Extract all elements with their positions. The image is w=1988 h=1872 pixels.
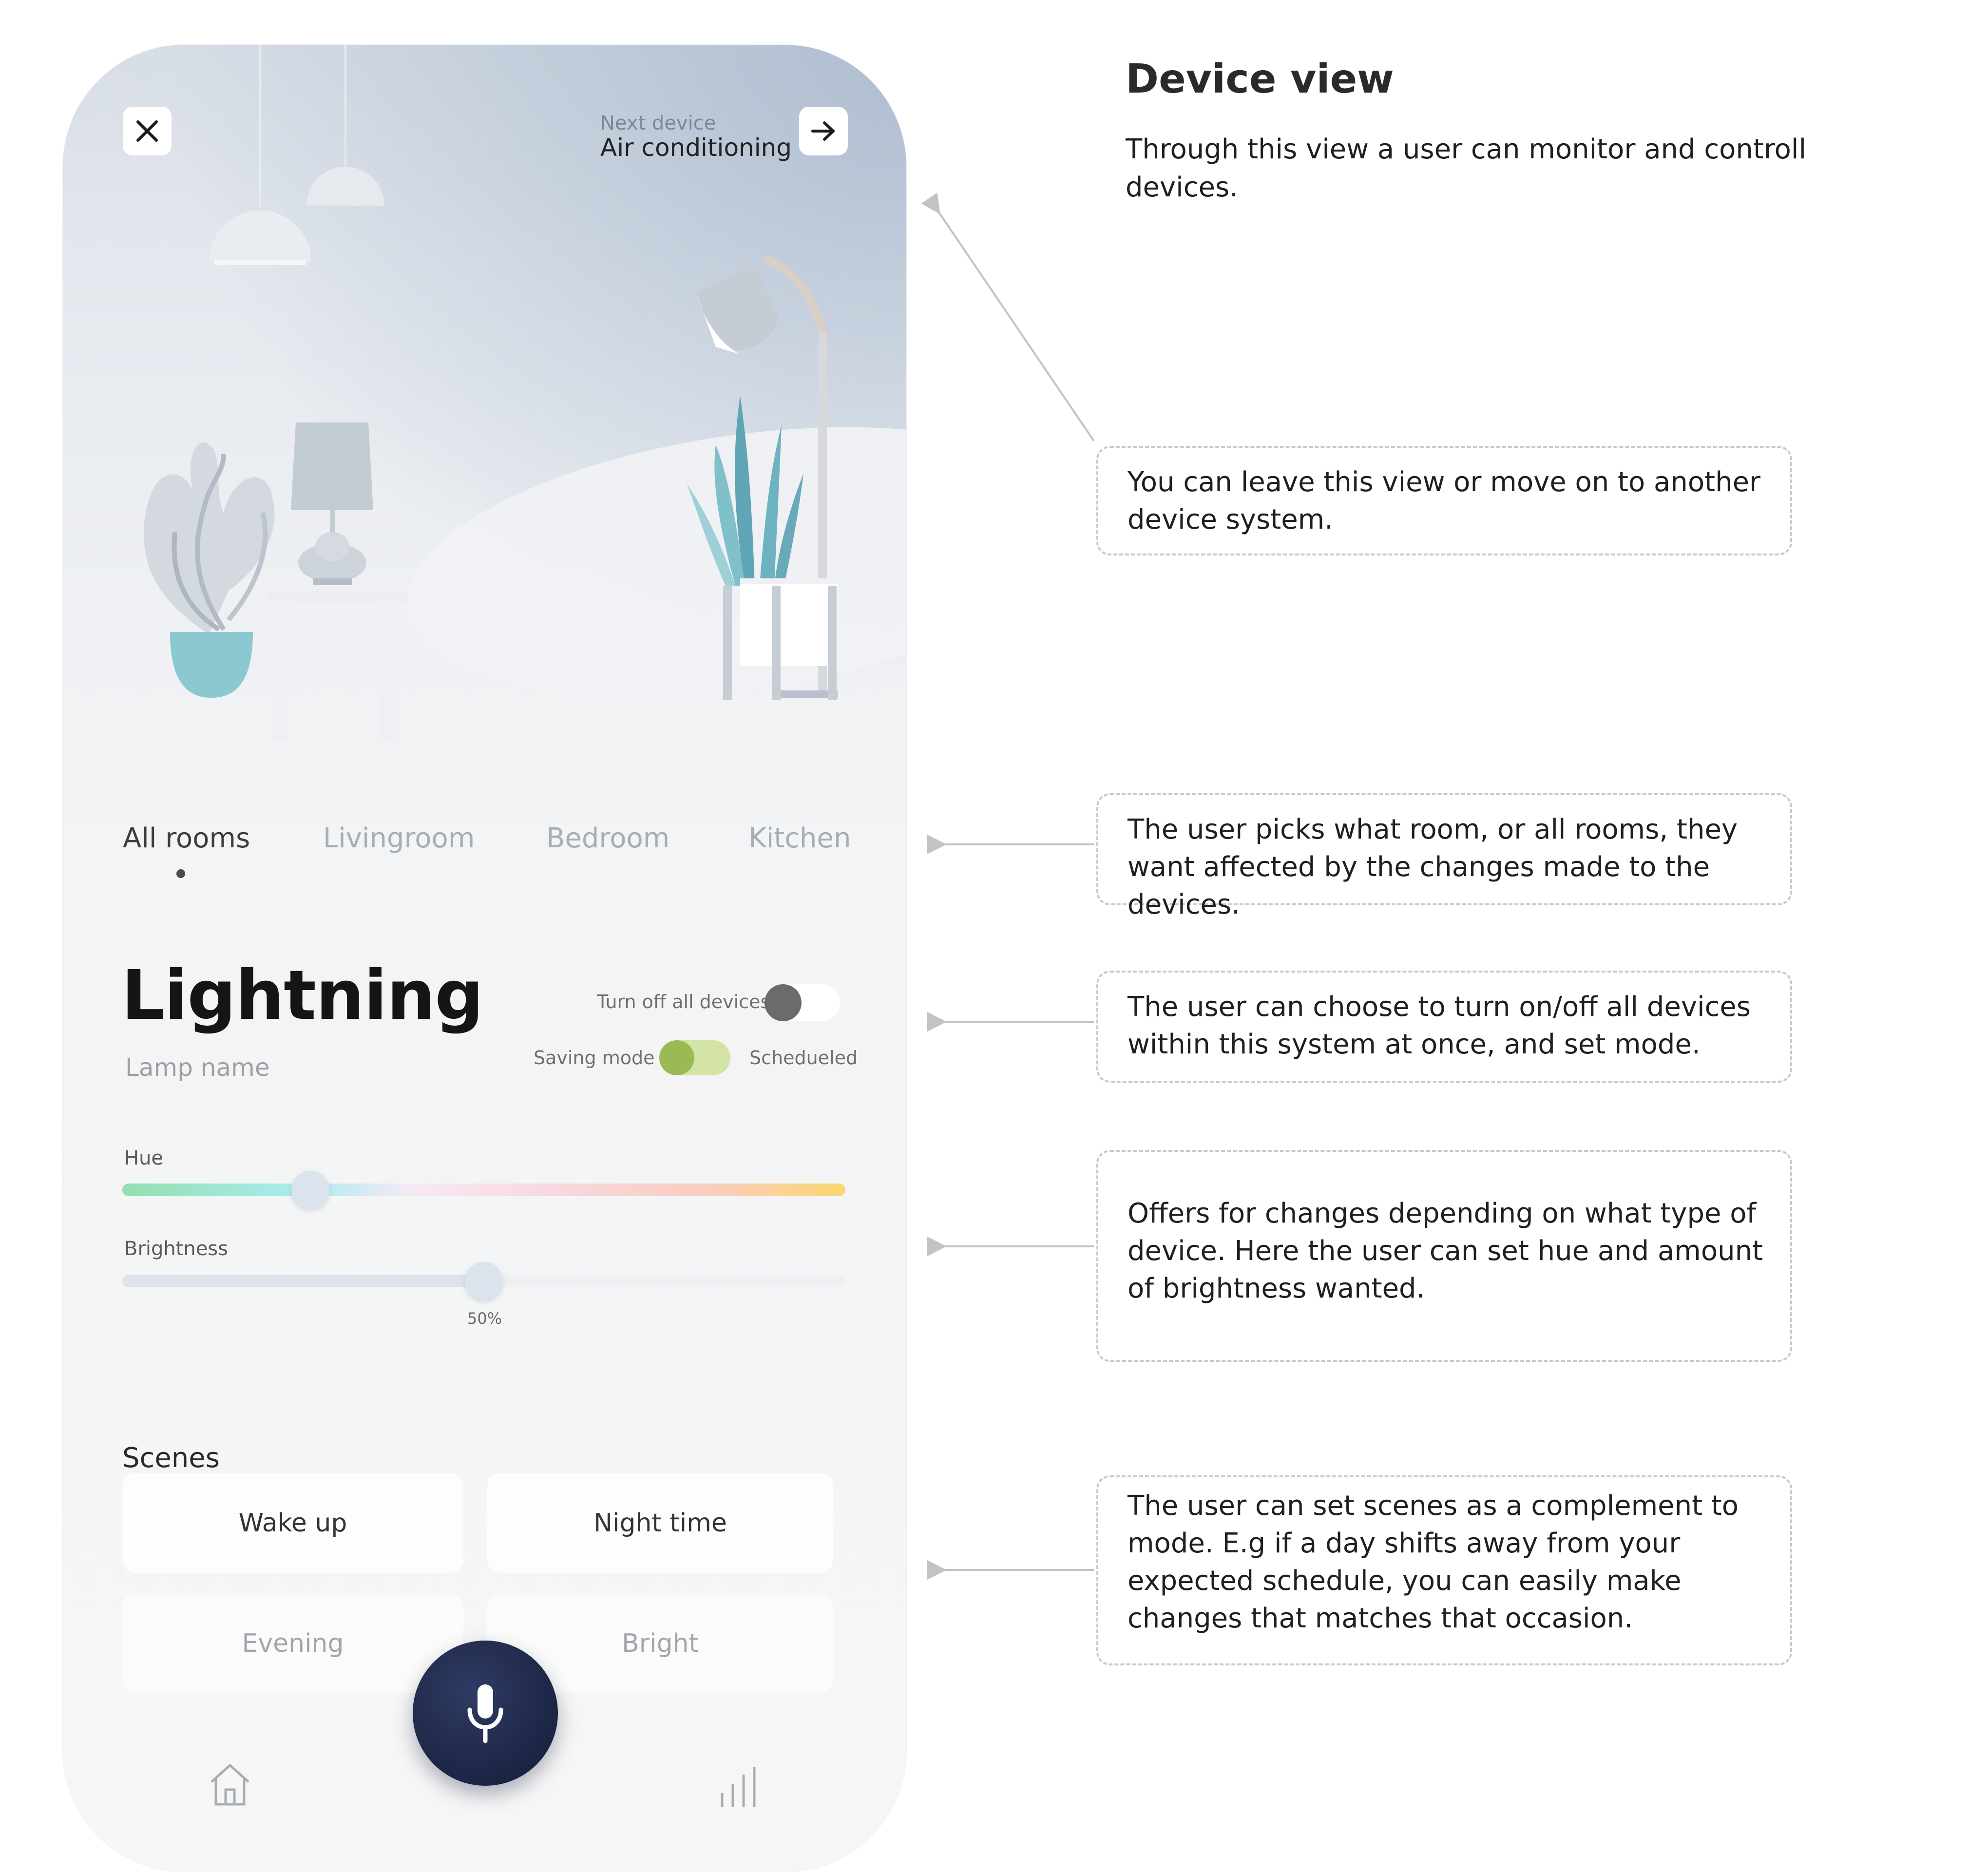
connector-line [921, 192, 1095, 442]
annotation-connectors [921, 192, 1095, 1580]
